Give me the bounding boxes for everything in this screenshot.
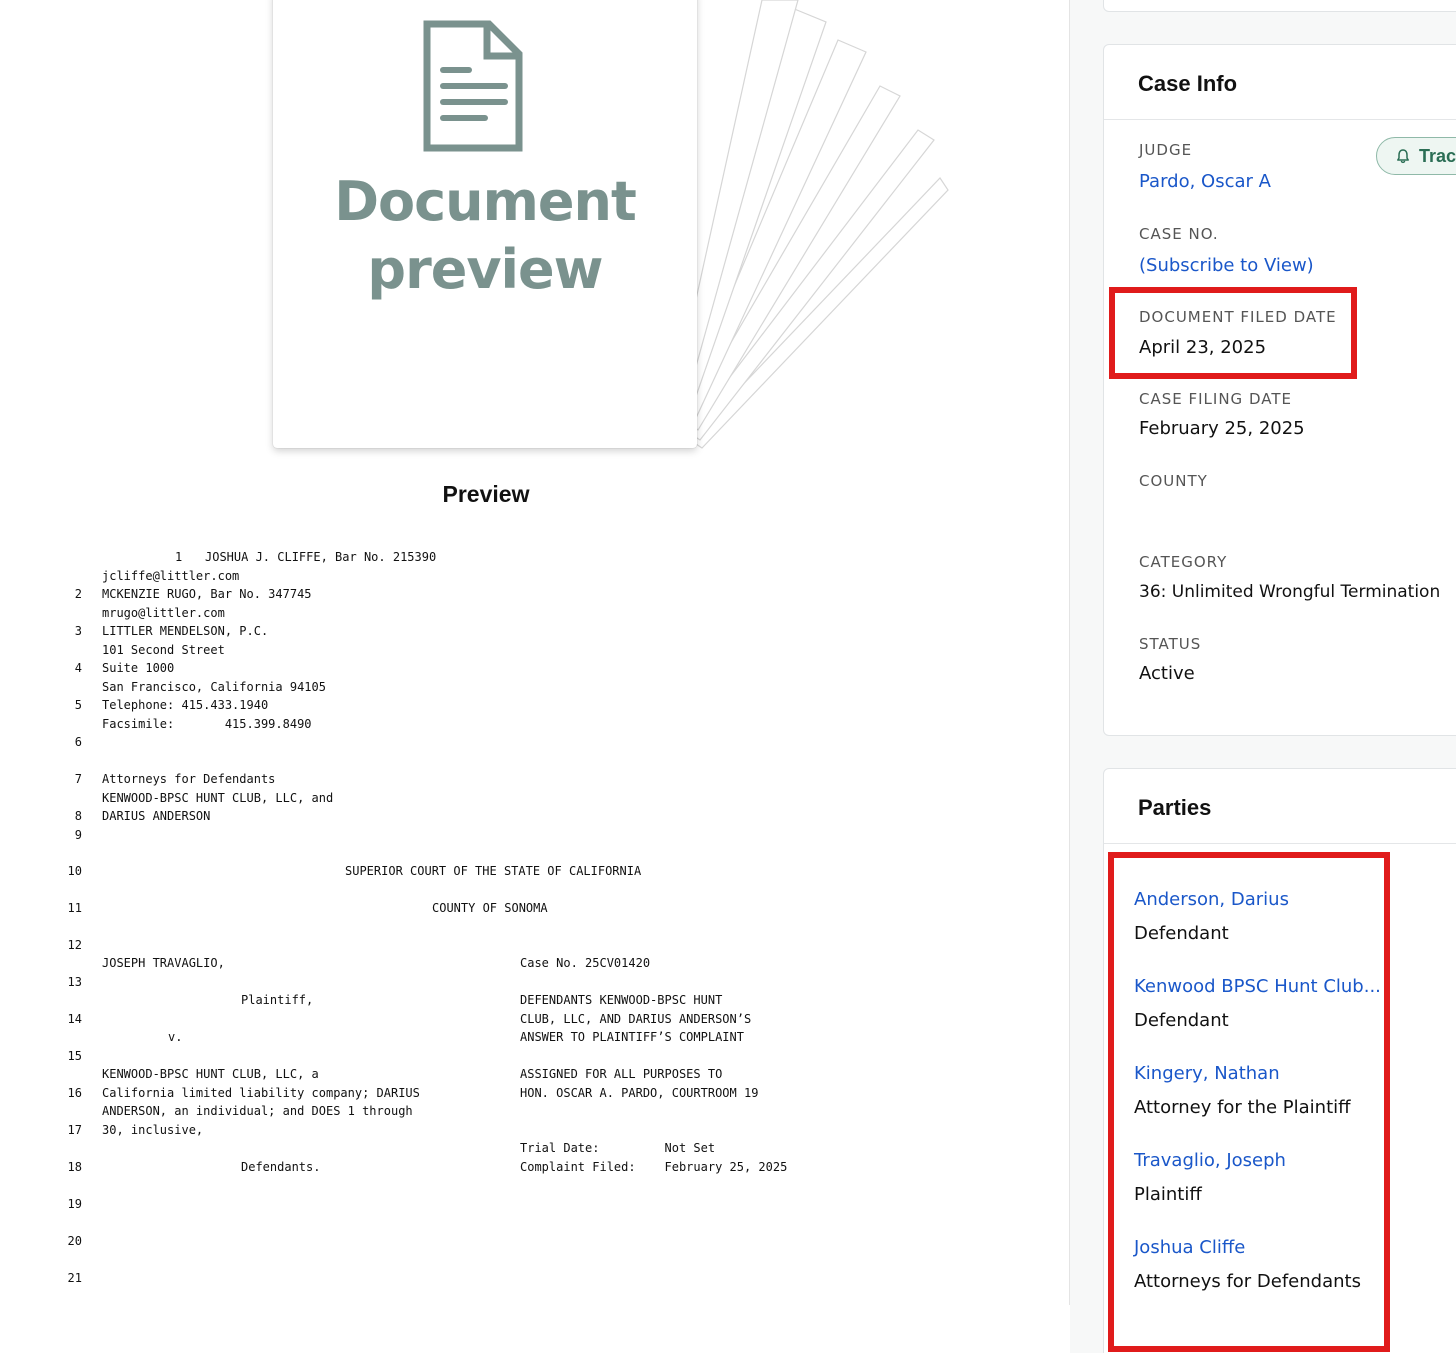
judge-link[interactable]: Pardo, Oscar A <box>1139 171 1271 192</box>
party-name-link[interactable]: Anderson, Darius <box>1134 889 1289 910</box>
document-icon <box>423 20 523 152</box>
document-line: Telephone: 415.433.1940 <box>102 698 269 712</box>
county-label: COUNTY <box>1139 472 1208 490</box>
document-line: Case No. 25CV01420 <box>520 956 651 970</box>
line-number: 18 <box>67 1160 82 1174</box>
document-line: ANSWER TO PLAINTIFF’S COMPLAINT <box>520 1030 744 1044</box>
line-number: 7 <box>74 772 82 786</box>
line-number: 17 <box>67 1123 82 1137</box>
party-name-link[interactable]: Kenwood BPSC Hunt Club... <box>1134 976 1381 997</box>
document-line: MCKENZIE RUGO, Bar No. 347745 <box>102 587 312 601</box>
category-label: CATEGORY <box>1139 553 1228 571</box>
preview-heading: Preview <box>442 481 530 507</box>
document-filed-date-value: April 23, 2025 <box>1139 337 1267 358</box>
document-line: DARIUS ANDERSON <box>102 809 211 823</box>
document-line: HON. OSCAR A. PARDO, COURTROOM 19 <box>520 1086 759 1100</box>
document-line: SUPERIOR COURT OF THE STATE OF CALIFORNI… <box>345 864 642 878</box>
line-number: 13 <box>67 975 82 989</box>
document-line: Defendants. <box>241 1160 321 1174</box>
line-number: 6 <box>74 735 82 749</box>
document-filed-date-label: DOCUMENT FILED DATE <box>1139 308 1337 326</box>
panel-divider <box>1104 843 1456 844</box>
document-line: mrugo@littler.com <box>102 606 225 620</box>
document-line: JOSEPH TRAVAGLIO, <box>102 956 225 970</box>
case-sidebar: Case Info Trac JUDGE Pardo, Oscar A CASE… <box>1070 0 1456 1353</box>
status-value: Active <box>1139 663 1195 684</box>
line-number: 16 <box>67 1086 82 1100</box>
party-role: Attorneys for Defendants <box>1134 1271 1361 1292</box>
category-value: 36: Unlimited Wrongful Termination <box>1139 582 1441 602</box>
case-info-panel: Case Info Trac JUDGE Pardo, Oscar A CASE… <box>1103 44 1456 736</box>
document-line: ANDERSON, an individual; and DOES 1 thro… <box>102 1104 413 1118</box>
judge-label: JUDGE <box>1139 141 1193 159</box>
status-label: STATUS <box>1139 635 1202 653</box>
line-number: 11 <box>67 901 82 915</box>
document-line: CLUB, LLC, AND DARIUS ANDERSON’S <box>520 1012 752 1026</box>
case-number-label: CASE NO. <box>1139 225 1219 243</box>
document-preview-area: Document preview Preview 1 JOSHUA J. CLI… <box>0 0 1070 1353</box>
line-number: 3 <box>74 624 82 638</box>
track-button-label: Trac <box>1419 145 1456 166</box>
document-line: jcliffe@littler.com <box>102 569 240 583</box>
party-role: Defendant <box>1134 923 1229 944</box>
document-line: Attorneys for Defendants <box>102 772 276 786</box>
line-number: 21 <box>67 1271 82 1285</box>
case-filing-date-value: February 25, 2025 <box>1139 418 1305 439</box>
document-line: COUNTY OF SONOMA <box>432 901 548 915</box>
line-number: 20 <box>67 1234 82 1248</box>
document-line: Facsimile: 415.399.8490 <box>102 717 312 731</box>
party-name-link[interactable]: Travaglio, Joseph <box>1134 1150 1286 1171</box>
party-role: Plaintiff <box>1134 1184 1202 1205</box>
bell-icon <box>1397 149 1409 164</box>
subscribe-to-view-link[interactable]: (Subscribe to View) <box>1139 255 1314 276</box>
line-number: 9 <box>74 828 82 842</box>
line-number: 15 <box>67 1049 82 1063</box>
document-line: JOSHUA J. CLIFFE, Bar No. 215390 <box>205 550 437 564</box>
document-line: KENWOOD-BPSC HUNT CLUB, LLC, a <box>102 1067 319 1081</box>
document-line: KENWOOD-BPSC HUNT CLUB, LLC, and <box>102 791 334 805</box>
document-line: Complaint Filed: February 25, 2025 <box>520 1160 788 1174</box>
document-preview-card[interactable]: Document preview <box>273 0 697 448</box>
parties-panel: Parties Anderson, Darius Defendant Kenwo… <box>1103 768 1456 1353</box>
line-number: 14 <box>67 1012 82 1026</box>
parties-title: Parties <box>1138 795 1212 820</box>
document-line: v. <box>168 1030 183 1044</box>
document-line: San Francisco, California 94105 <box>102 680 326 694</box>
case-info-title: Case Info <box>1138 71 1238 96</box>
panel-divider <box>1104 119 1456 120</box>
preview-placeholder-line2: preview <box>367 238 603 301</box>
document-line: Suite 1000 <box>102 661 175 675</box>
party-name-link[interactable]: Kingery, Nathan <box>1134 1063 1280 1084</box>
line-number: 10 <box>67 864 82 878</box>
line-number: 5 <box>74 698 82 712</box>
document-line: 101 Second Street <box>102 643 225 657</box>
line-number: 2 <box>74 587 82 601</box>
preview-placeholder-line1: Document <box>334 170 637 233</box>
line-number: 8 <box>74 809 82 823</box>
document-line: DEFENDANTS KENWOOD-BPSC HUNT <box>520 993 723 1007</box>
document-line: LITTLER MENDELSON, P.C. <box>102 624 269 638</box>
track-button[interactable]: Trac <box>1376 137 1456 175</box>
line-number: 12 <box>67 938 82 952</box>
line-number: 19 <box>67 1197 82 1211</box>
document-line: Trial Date: Not Set <box>520 1141 716 1155</box>
document-line: ASSIGNED FOR ALL PURPOSES TO <box>520 1067 723 1081</box>
case-filing-date-label: CASE FILING DATE <box>1139 390 1292 408</box>
line-number: 4 <box>74 661 82 675</box>
line-number: 1 <box>175 550 183 564</box>
top-panel-edge <box>1103 0 1456 12</box>
document-line: California limited liability company; DA… <box>102 1086 420 1100</box>
party-role: Defendant <box>1134 1010 1229 1031</box>
document-line: 30, inclusive, <box>102 1123 204 1137</box>
party-name-link[interactable]: Joshua Cliffe <box>1134 1237 1245 1258</box>
party-role: Attorney for the Plaintiff <box>1134 1097 1351 1118</box>
document-line: Plaintiff, <box>241 993 314 1007</box>
